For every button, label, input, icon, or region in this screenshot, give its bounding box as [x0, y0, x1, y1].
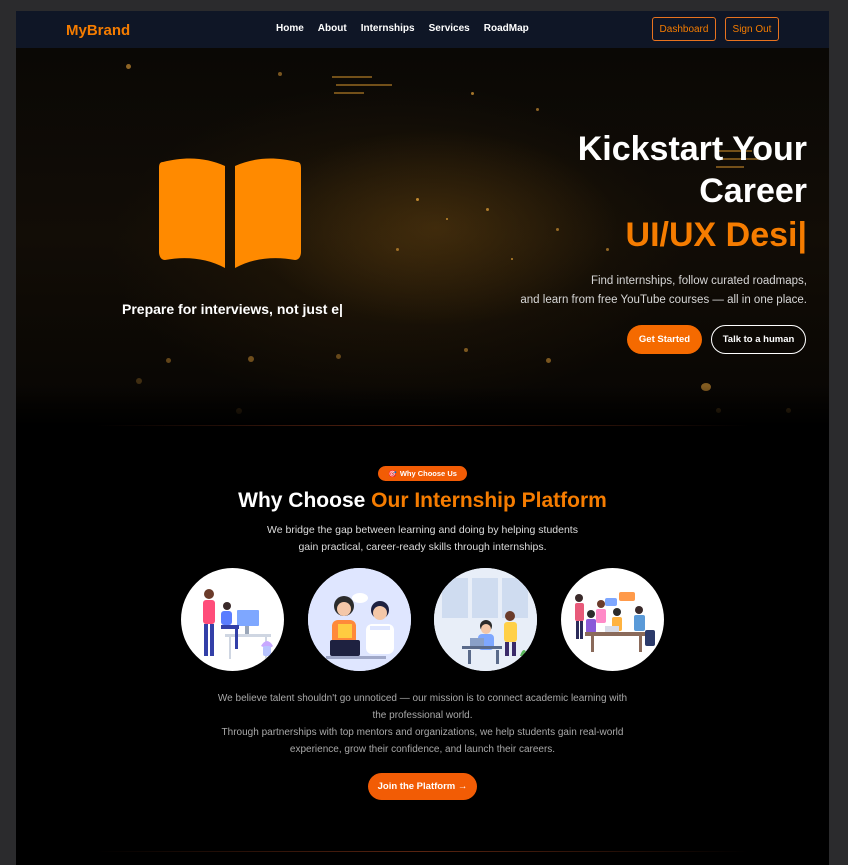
bottom-divider — [96, 851, 749, 852]
talk-to-human-button[interactable]: Talk to a human — [711, 325, 806, 354]
team-meeting-illustration — [561, 568, 664, 671]
typed-prep-text: Prepare for interviews, not just e| — [122, 301, 343, 317]
why-subtitle: We bridge the gap between learning and d… — [16, 522, 829, 556]
why-title-plain: Why Choose — [238, 489, 366, 512]
nav-roadmap-link[interactable]: RoadMap — [484, 23, 529, 34]
why-title: Why Choose Our Internship Platform — [16, 489, 829, 513]
why-subtitle-line1: We bridge the gap between learning and d… — [267, 524, 578, 536]
nav-links: Home About Internships Services RoadMap — [276, 23, 529, 34]
why-choose-badge: 🎯 Why Choose Us — [378, 466, 467, 481]
hero-typed-role: UI/UX Desi| — [625, 216, 807, 254]
brand-logo[interactable]: MyBrand — [66, 22, 130, 39]
navbar: MyBrand Home About Internships Services … — [16, 11, 829, 48]
get-started-button[interactable]: Get Started — [627, 325, 702, 354]
nav-services-link[interactable]: Services — [429, 23, 470, 34]
hero-subtitle-line1: Find internships, follow curated roadmap… — [590, 275, 807, 287]
hero-subtitle-line2: and learn from free YouTube courses — al… — [520, 294, 807, 306]
nav-internships-link[interactable]: Internships — [361, 23, 415, 34]
join-platform-button[interactable]: Join the Platform → — [368, 773, 477, 800]
section-divider — [96, 425, 749, 426]
hero-title: Kickstart Your Career — [578, 128, 807, 212]
sign-out-button[interactable]: Sign Out — [725, 17, 779, 41]
laptop-collaboration-illustration — [308, 568, 411, 671]
page: MyBrand Home About Internships Services … — [16, 11, 829, 865]
office-coworkers-illustration — [434, 568, 537, 671]
hero-title-line2: Career — [699, 172, 807, 210]
mission-line2: the professional world. — [372, 710, 473, 721]
mission-line4: experience, grow their confidence, and l… — [289, 744, 556, 755]
why-subtitle-line2: gain practical, career-ready skills thro… — [298, 541, 547, 553]
hero-subtitle: Find internships, follow curated roadmap… — [520, 272, 807, 310]
nav-about-link[interactable]: About — [318, 23, 347, 34]
mission-line3: Through partnerships with top mentors an… — [221, 727, 624, 738]
nav-home-link[interactable]: Home — [276, 23, 304, 34]
hero-title-line1: Kickstart Your — [577, 130, 807, 168]
target-icon: 🎯 — [388, 470, 397, 478]
mission-text: We believe talent shouldn't go unnoticed… — [16, 690, 829, 758]
mission-line1: We believe talent shouldn't go unnoticed… — [217, 693, 628, 704]
open-book-icon — [159, 158, 301, 268]
dashboard-button[interactable]: Dashboard — [652, 17, 716, 41]
why-choose-badge-label: Why Choose Us — [399, 469, 457, 478]
hero-bottom-fade — [16, 386, 829, 426]
mentor-at-desk-illustration — [181, 568, 284, 671]
hero-section: Prepare for interviews, not just e| Kick… — [16, 48, 829, 426]
why-title-accent: Our Internship Platform — [371, 489, 607, 512]
